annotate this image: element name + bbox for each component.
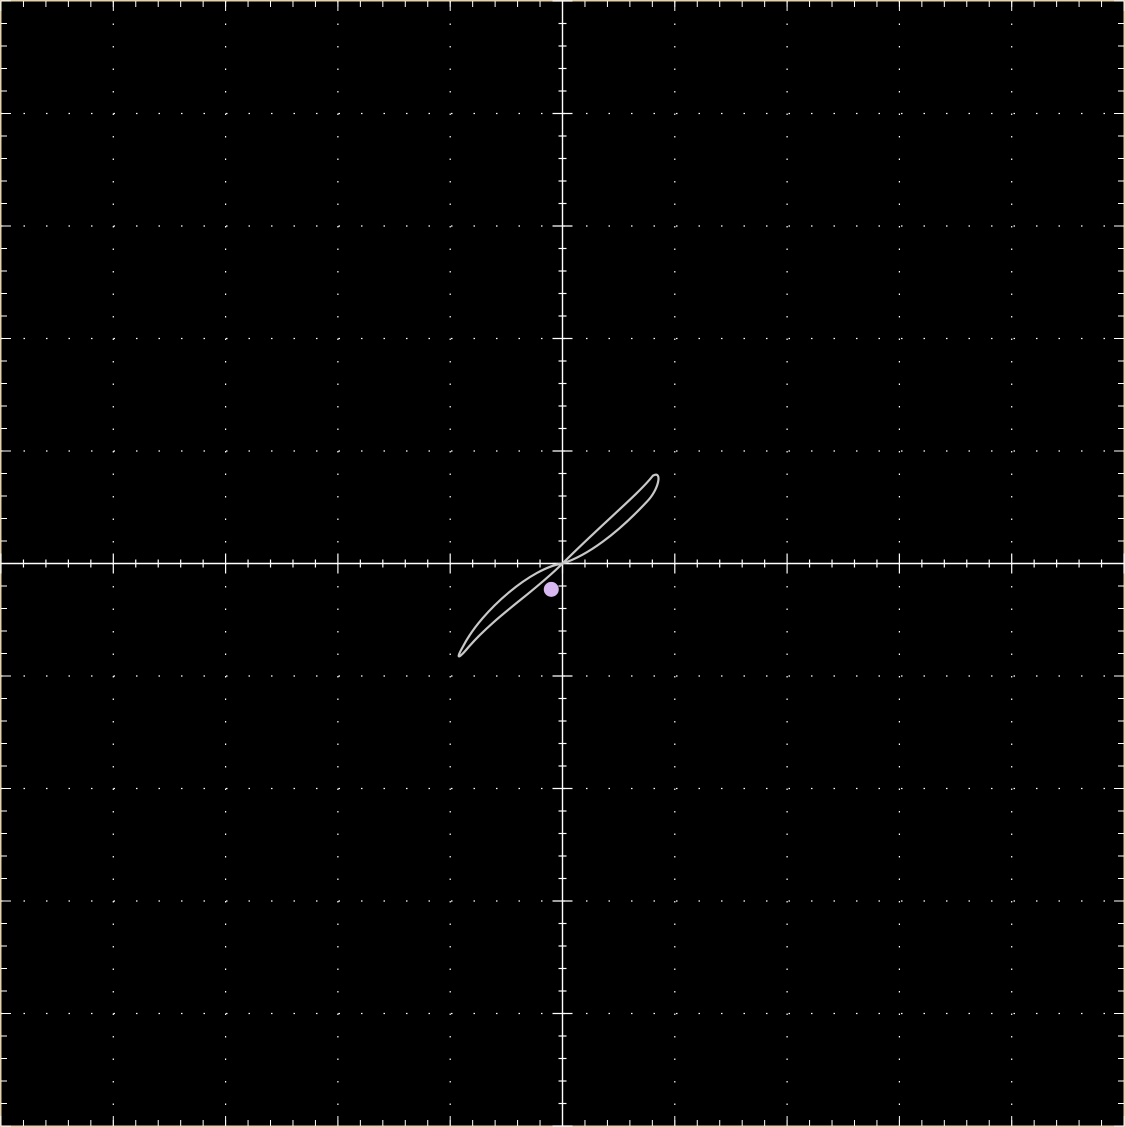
oscilloscope-screen bbox=[0, 0, 1125, 1127]
marker bbox=[543, 581, 559, 597]
lissajous-trace bbox=[457, 473, 660, 658]
beam-position-marker bbox=[543, 581, 559, 597]
oscilloscope-display bbox=[0, 0, 1125, 1127]
trace bbox=[457, 473, 660, 658]
